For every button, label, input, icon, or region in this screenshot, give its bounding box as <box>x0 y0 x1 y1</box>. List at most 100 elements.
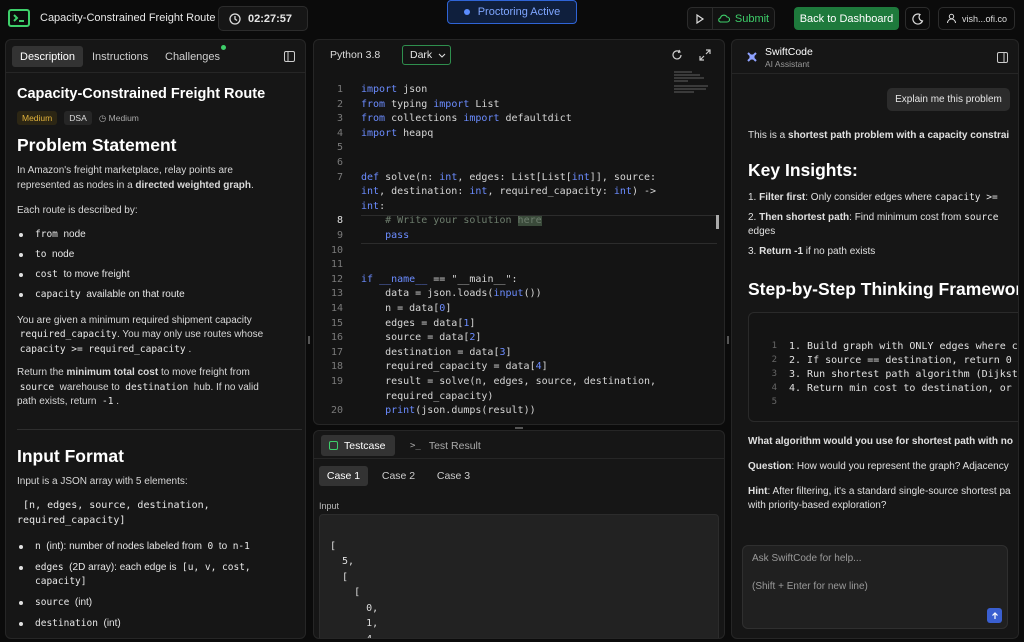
code-line: 16 source = data[2] <box>314 331 709 346</box>
tab-testcase-label: Testcase <box>344 439 386 452</box>
route-text: available on that route <box>86 288 185 300</box>
input-code: 0 <box>207 541 214 552</box>
user-menu-button[interactable]: vish...ofi.co <box>938 7 1015 30</box>
input-text: (2D array): each edge is <box>69 562 177 573</box>
code-line: 19 result = solve(n, edges, source, dest… <box>314 375 709 390</box>
code-text: if __name__ == "__main__": <box>361 273 518 285</box>
requirement-text: You are given a minimum required shipmen… <box>17 314 302 358</box>
submit-button[interactable]: Submit <box>713 7 775 30</box>
code-text: n = data[0] <box>361 303 452 314</box>
json-line: 4, <box>330 633 379 639</box>
minimap-line <box>674 71 692 73</box>
run-button[interactable] <box>687 7 713 30</box>
minimap-line <box>674 74 700 76</box>
send-button[interactable] <box>987 608 1002 623</box>
input-text: to <box>218 541 228 552</box>
input-code: source <box>35 597 70 608</box>
collapse-panel-icon[interactable] <box>997 52 1008 63</box>
vertical-resize-handle[interactable] <box>727 336 729 344</box>
language-select[interactable]: Python 3.8 <box>330 49 380 61</box>
question-2: Question: How would you represent the gr… <box>748 461 1009 472</box>
line-number: 12 <box>330 273 343 285</box>
code-line: int: <box>314 200 709 215</box>
line-number: 18 <box>330 361 343 373</box>
intro-b: shortest path problem with a capacity co… <box>788 130 1010 141</box>
return-text: Return the minimum total cost to move fr… <box>17 366 302 410</box>
input-code: edges <box>35 562 64 573</box>
code-line: int, destination: int, required_capacity… <box>314 185 709 200</box>
logo-icon <box>8 9 30 27</box>
line-number: 17 <box>330 346 343 358</box>
section-divider <box>17 428 302 430</box>
code-text: required_capacity) <box>361 390 494 402</box>
question-text: : How would you represent the graph? Adj… <box>791 461 1009 472</box>
assistant-header: SwiftCode AI Assistant <box>732 40 1018 74</box>
testcase-input[interactable]: [ 5, [ [ 0, 1, 4, 10 <box>319 514 719 639</box>
time-badge: ◷ Medium <box>99 113 139 123</box>
vertical-resize-handle[interactable] <box>308 336 310 344</box>
input-desc: Input is a JSON array with 5 elements: <box>17 475 188 487</box>
line-number: 20 <box>330 405 343 417</box>
line-number: 7 <box>336 171 343 183</box>
req-code-1: required_capacity <box>19 329 118 340</box>
editor-scrollbar[interactable] <box>716 215 719 229</box>
collapse-panel-icon[interactable] <box>284 51 295 62</box>
code-line: 14 n = data[0] <box>314 302 709 317</box>
timer-value: 02:27:57 <box>248 12 293 25</box>
tab-testcase[interactable]: Testcase <box>321 435 395 456</box>
tab-description[interactable]: Description <box>12 46 84 67</box>
route-text: to move freight <box>63 268 130 280</box>
expand-icon[interactable] <box>699 49 711 61</box>
insight-1: 1. Filter first: Only consider edges whe… <box>748 192 998 203</box>
code-text: import json <box>361 84 428 95</box>
assistant-title: SwiftCode <box>765 46 813 58</box>
user-label: vish...ofi.co <box>961 13 1008 24</box>
input-sig-1: [n, edges, source, destination, <box>23 500 210 511</box>
list-item: capacity available on that route <box>17 288 302 302</box>
theme-toggle-button[interactable] <box>905 7 930 30</box>
intro-line-2: represented as nodes in a <box>17 179 136 191</box>
tab-challenges[interactable]: Challenges <box>157 46 228 67</box>
case-button[interactable]: Case 2 <box>374 466 423 486</box>
ai-assistant-panel: SwiftCode AI Assistant Explain me this p… <box>731 39 1019 639</box>
list-item: n (int): number of nodes labeled from 0 … <box>17 540 302 554</box>
testcase-json: [ 5, [ [ 0, 1, 4, 10 <box>320 515 718 639</box>
testcase-panel: Testcase >_ Test Result Case 1 Case 2 Ca… <box>313 430 725 639</box>
back-to-dashboard-button[interactable]: Back to Dashboard <box>794 7 899 30</box>
code-block-text: 4. Return min cost to destination, or <box>789 383 1018 394</box>
line-number: 2 <box>336 98 343 110</box>
theme-select[interactable]: Dark <box>402 45 451 65</box>
line-number: 5 <box>336 142 343 154</box>
json-line: [ <box>330 540 337 552</box>
code-text: required_capacity = data[4] <box>361 361 548 373</box>
code-area[interactable]: 1 import json 2 from typing import List 3 fro… <box>314 83 709 423</box>
insight-text: if no path exists <box>803 246 876 257</box>
line-number: 9 <box>336 230 343 241</box>
input-code: destination <box>35 618 98 629</box>
json-line: 0, <box>330 602 379 614</box>
req-line-2: . You may only use routes whose <box>117 329 264 340</box>
problem-description: Capacity-Constrained Freight Route Mediu… <box>17 86 302 631</box>
horizontal-resize-handle[interactable] <box>515 427 523 429</box>
case-button[interactable]: Case 1 <box>319 466 368 486</box>
ret-code-source: source <box>19 381 55 393</box>
route-code: cost <box>35 268 58 280</box>
case-button[interactable]: Case 3 <box>429 466 478 486</box>
minimap[interactable] <box>674 70 714 106</box>
ret-text-1: warehouse to <box>59 381 120 393</box>
chevron-down-icon <box>438 53 446 58</box>
chat-input[interactable]: Ask SwiftCode for help... (Shift + Enter… <box>742 545 1008 629</box>
insight-num: 2. <box>748 212 760 223</box>
tab-instructions[interactable]: Instructions <box>84 46 156 67</box>
insight-num: 1. <box>748 192 760 203</box>
route-desc: Each route is described by: <box>17 205 138 216</box>
code-text: edges = data[1] <box>361 317 476 329</box>
line-number: 10 <box>330 244 343 256</box>
req-code-2: capacity >= required_capacity <box>19 343 186 355</box>
hint-label: Hint <box>748 486 768 497</box>
tab-test-result[interactable]: >_ Test Result <box>410 435 481 456</box>
reset-icon[interactable] <box>671 49 683 61</box>
code-text: print(json.dumps(result)) <box>385 405 536 417</box>
chat-hint: (Shift + Enter for new line) <box>752 581 868 592</box>
insight-code: capacity >= <box>934 192 998 203</box>
